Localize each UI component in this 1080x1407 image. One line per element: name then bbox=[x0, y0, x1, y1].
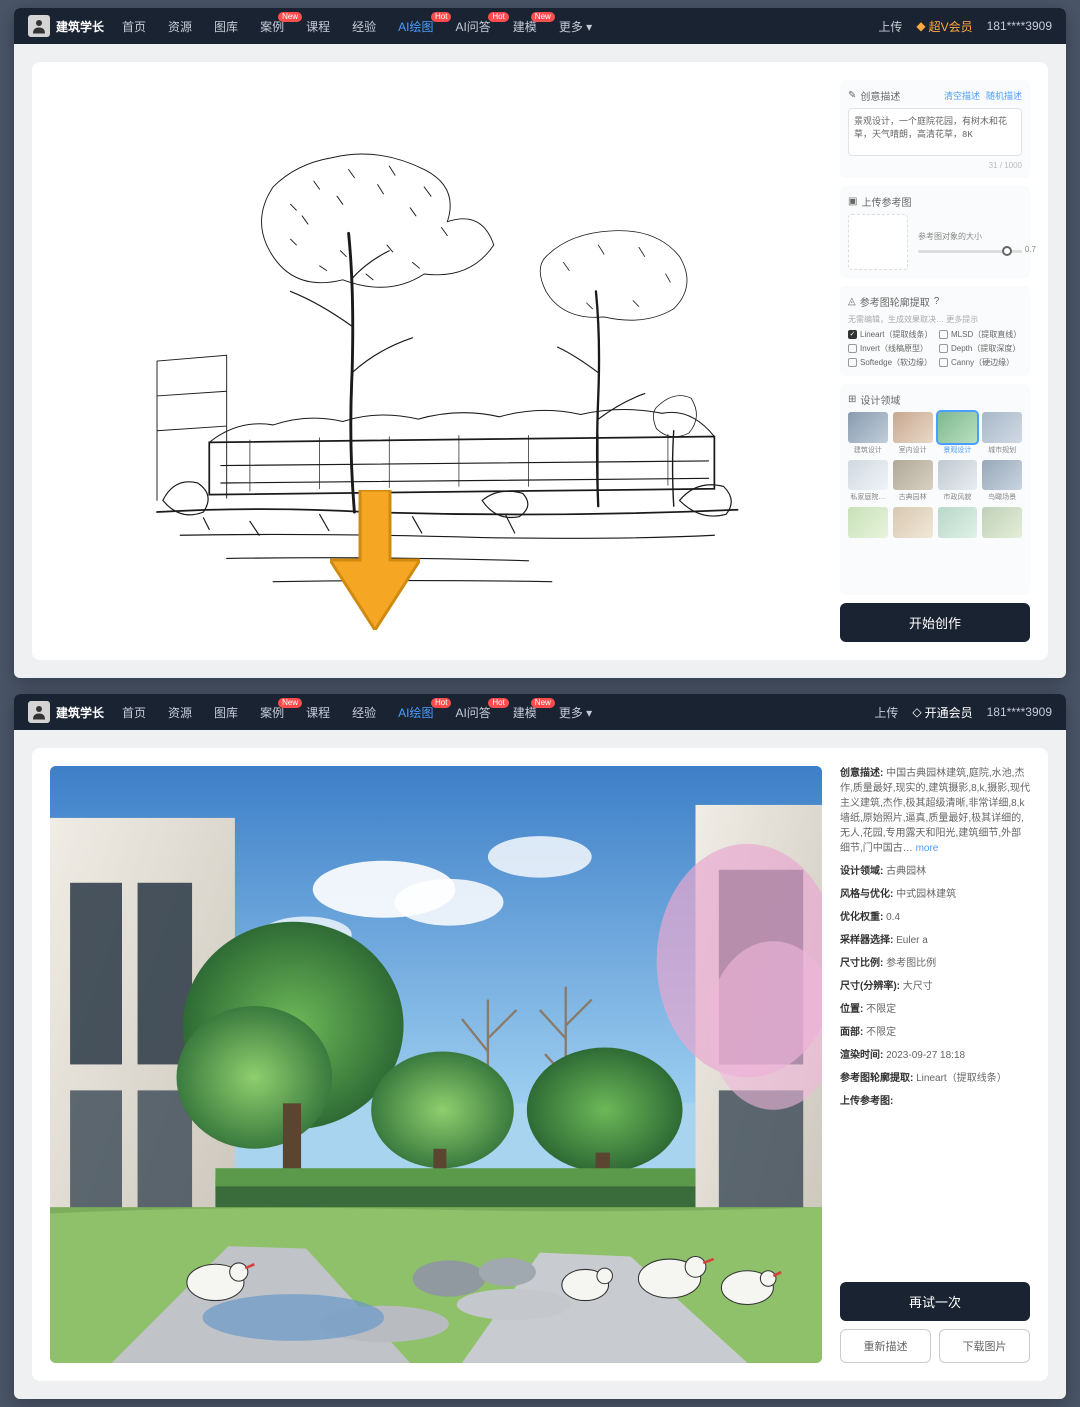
domain-classical[interactable]: 古典园林 bbox=[893, 460, 933, 503]
nav-home[interactable]: 首页 bbox=[122, 704, 146, 721]
domain-public[interactable]: 市政风貌 bbox=[938, 460, 978, 503]
domain-label: 设计领域 bbox=[860, 392, 900, 407]
nav-resource[interactable]: 资源 bbox=[168, 18, 192, 35]
reference-upload-box[interactable] bbox=[848, 214, 908, 270]
nav-ai-draw[interactable]: AI绘图Hot bbox=[398, 704, 433, 721]
nav-more[interactable]: 更多 ▾ bbox=[559, 18, 592, 35]
opt-depth[interactable]: Depth（提取深度） bbox=[939, 343, 1022, 354]
clear-prompt-link[interactable]: 清空描述 bbox=[944, 89, 980, 102]
nav-menu: 首页 资源 图库 案例New 课程 经验 AI绘图Hot AI问答Hot 建模N… bbox=[122, 18, 592, 35]
input-window: 建筑学长 首页 资源 图库 案例New 课程 经验 AI绘图Hot AI问答Ho… bbox=[14, 8, 1066, 678]
more-link[interactable]: more bbox=[916, 843, 939, 854]
domain-bird[interactable]: 鸟瞰场景 bbox=[982, 460, 1022, 503]
char-count: 31 / 1000 bbox=[848, 161, 1022, 170]
render-result-canvas[interactable] bbox=[50, 766, 822, 1363]
output-window: 建筑学长 首页 资源 图库 案例New 课程 经验 AI绘图Hot AI问答Ho… bbox=[14, 694, 1066, 1399]
avatar-icon bbox=[28, 15, 50, 37]
nav-more[interactable]: 更多 ▾ bbox=[559, 704, 592, 721]
opt-invert[interactable]: Invert（线稿原型） bbox=[848, 343, 931, 354]
creative-desc-label: 创意描述: bbox=[840, 768, 883, 779]
nav-exp[interactable]: 经验 bbox=[352, 704, 376, 721]
badge-new: New bbox=[278, 12, 302, 22]
domain-garden[interactable]: 私家庭院… bbox=[848, 460, 888, 503]
sketch-illustration bbox=[69, 94, 802, 628]
nav-gallery[interactable]: 图库 bbox=[214, 18, 238, 35]
nav-cases[interactable]: 案例New bbox=[260, 704, 284, 721]
random-prompt-link[interactable]: 随机描述 bbox=[986, 89, 1022, 102]
nav-exp[interactable]: 经验 bbox=[352, 18, 376, 35]
badge-new: New bbox=[531, 12, 555, 22]
edit-icon: ✎ bbox=[848, 90, 856, 101]
nav-resource[interactable]: 资源 bbox=[168, 704, 192, 721]
creative-desc-value: 中国古典园林建筑,庭院,水池,杰作,质量最好,现实的,建筑摄影,8,k,摄影,现… bbox=[840, 768, 1030, 854]
brand-text: 建筑学长 bbox=[56, 704, 104, 721]
user-phone[interactable]: 181****3909 bbox=[987, 19, 1052, 33]
retry-button[interactable]: 再试一次 bbox=[840, 1282, 1030, 1321]
domain-planning[interactable]: 城市规划 bbox=[982, 412, 1022, 455]
arrow-down-icon bbox=[330, 490, 420, 630]
nav-gallery[interactable]: 图库 bbox=[214, 704, 238, 721]
badge-hot: Hot bbox=[488, 12, 508, 22]
badge-hot: Hot bbox=[431, 12, 451, 22]
grid-icon: ⊞ bbox=[848, 394, 856, 405]
nav-ai-qa[interactable]: AI问答Hot bbox=[455, 18, 490, 35]
user-phone[interactable]: 181****3909 bbox=[987, 705, 1052, 719]
logo[interactable]: 建筑学长 bbox=[28, 15, 104, 37]
prompt-input[interactable] bbox=[848, 108, 1022, 156]
nav-build[interactable]: 建模New bbox=[513, 18, 537, 35]
extract-icon: ◬ bbox=[848, 296, 856, 307]
download-button[interactable]: 下载图片 bbox=[939, 1329, 1030, 1363]
opt-softedge[interactable]: Softedge（软边缘） bbox=[848, 357, 931, 368]
extract-label: 参考图轮廓提取 bbox=[860, 294, 930, 309]
nav-cases[interactable]: 案例New bbox=[260, 18, 284, 35]
logo[interactable]: 建筑学长 bbox=[28, 701, 104, 723]
render-illustration bbox=[50, 766, 822, 1363]
domain-extra1[interactable] bbox=[848, 507, 888, 540]
image-icon: ▣ bbox=[848, 196, 857, 207]
upload-ref-label: 上传参考图 bbox=[861, 194, 911, 209]
domain-extra3[interactable] bbox=[938, 507, 978, 540]
output-detail-panel: 创意描述: 中国古典园林建筑,庭院,水池,杰作,质量最好,现实的,建筑摄影,8,… bbox=[840, 766, 1030, 1363]
nav-courses[interactable]: 课程 bbox=[306, 18, 330, 35]
nav-courses[interactable]: 课程 bbox=[306, 704, 330, 721]
help-icon[interactable]: ? bbox=[934, 296, 940, 307]
nav-build[interactable]: 建模New bbox=[513, 704, 537, 721]
vip-badge[interactable]: ◆ 超V会员 bbox=[916, 18, 972, 35]
ref-intensity-slider[interactable]: 0.7 bbox=[918, 250, 1022, 253]
slider-value: 0.7 bbox=[1025, 245, 1036, 254]
opt-canny[interactable]: Canny（硬边缘） bbox=[939, 357, 1022, 368]
ref-intensity-label: 参考图对象的大小 bbox=[918, 231, 1022, 242]
domain-interior[interactable]: 室内设计 bbox=[893, 412, 933, 455]
slider-thumb[interactable] bbox=[1002, 246, 1012, 256]
nav-home[interactable]: 首页 bbox=[122, 18, 146, 35]
domain-extra2[interactable] bbox=[893, 507, 933, 540]
avatar-icon bbox=[28, 701, 50, 723]
opt-lineart[interactable]: Lineart（提取线条） bbox=[848, 329, 931, 340]
sketch-canvas[interactable] bbox=[50, 80, 822, 642]
opt-mlsd[interactable]: MLSD（提取直线） bbox=[939, 329, 1022, 340]
top-navbar: 建筑学长 首页 资源 图库 案例New 课程 经验 AI绘图Hot AI问答Ho… bbox=[14, 8, 1066, 44]
domain-landscape[interactable]: 景观设计 bbox=[938, 412, 978, 455]
open-vip-link[interactable]: ◇ 开通会员 bbox=[912, 704, 972, 721]
brand-text: 建筑学长 bbox=[56, 18, 104, 35]
reedit-button[interactable]: 重新描述 bbox=[840, 1329, 931, 1363]
extract-subnote: 无需编辑，生成效果取决… 更多提示 bbox=[848, 314, 1022, 325]
start-create-button[interactable]: 开始创作 bbox=[840, 603, 1030, 642]
nav-ai-qa[interactable]: AI问答Hot bbox=[455, 704, 490, 721]
input-side-panel: ✎ 创意描述 清空描述 随机描述 31 / 1000 ▣ 上传参考图 bbox=[840, 80, 1030, 642]
nav-ai-draw[interactable]: AI绘图Hot bbox=[398, 18, 433, 35]
top-navbar-2: 建筑学长 首页 资源 图库 案例New 课程 经验 AI绘图Hot AI问答Ho… bbox=[14, 694, 1066, 730]
prompt-label: 创意描述 bbox=[860, 88, 900, 103]
domain-extra4[interactable] bbox=[982, 507, 1022, 540]
upload-link[interactable]: 上传 bbox=[874, 704, 898, 721]
upload-link[interactable]: 上传 bbox=[878, 18, 902, 35]
domain-arch[interactable]: 建筑设计 bbox=[848, 412, 888, 455]
